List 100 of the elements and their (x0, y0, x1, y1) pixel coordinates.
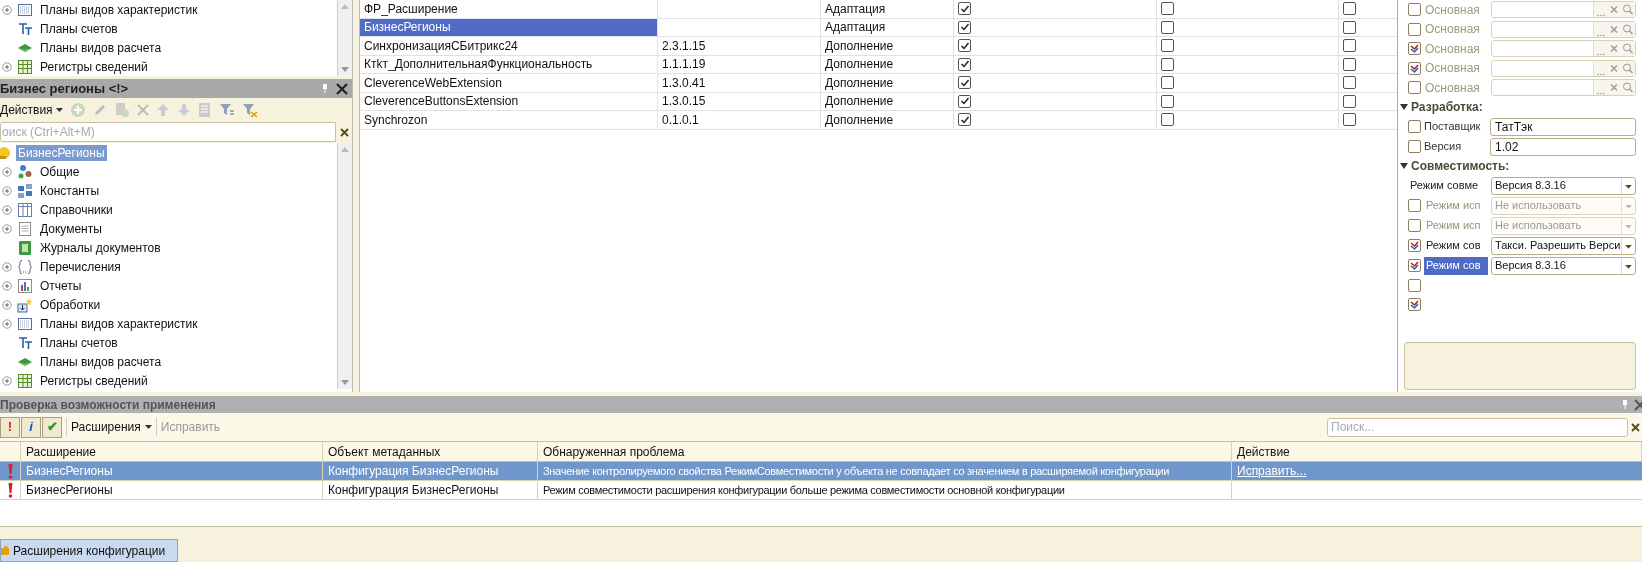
table-row[interactable]: Synchrozon 0.1.0.1 Дополнение (360, 111, 1397, 130)
expand-icon[interactable] (2, 318, 12, 329)
search-icon[interactable] (1621, 60, 1635, 76)
section-title[interactable]: Разработка: (1411, 98, 1483, 116)
checkbox[interactable] (1408, 297, 1421, 311)
form-field[interactable] (1491, 79, 1636, 97)
dropdown-field[interactable]: Версия 8.3.16 (1491, 256, 1636, 275)
clear-icon[interactable] (1607, 2, 1621, 18)
search-field[interactable]: Поиск... (1327, 417, 1628, 437)
window-tab[interactable]: Расширения конфигурации (0, 539, 179, 562)
checkbox[interactable] (1408, 3, 1421, 17)
expand-icon[interactable] (2, 223, 12, 234)
table-row[interactable]: CleverenceWebExtension 1.3.0.41 Дополнение (360, 74, 1397, 93)
checkbox[interactable] (1343, 2, 1356, 16)
caret-icon[interactable] (144, 425, 152, 429)
actions-menu[interactable]: Действия (0, 101, 63, 119)
extensions-menu[interactable]: Расширения (71, 418, 152, 436)
expand-icon[interactable] (2, 4, 12, 15)
checkbox[interactable] (958, 39, 971, 53)
collapse-triangle-icon[interactable] (1400, 103, 1408, 111)
checkbox[interactable] (1343, 39, 1356, 53)
expand-icon[interactable] (2, 280, 12, 291)
checkbox[interactable] (958, 57, 971, 71)
filter-icon[interactable] (218, 102, 235, 118)
tree-item[interactable]: Регистры сведений (38, 371, 150, 390)
ellipsis-icon[interactable] (1593, 60, 1607, 76)
tree-item[interactable]: Регистры сведений (38, 57, 150, 76)
tree-item[interactable]: Планы видов характеристик (38, 314, 200, 333)
dropdown-field[interactable]: Такси. Разрешить Верси (1491, 236, 1636, 255)
input-field[interactable]: 1.02 (1490, 137, 1636, 156)
expand-icon[interactable] (2, 261, 12, 272)
checkbox[interactable] (958, 113, 971, 127)
form-field[interactable] (1491, 40, 1636, 58)
tree-item[interactable]: Документы (38, 219, 104, 238)
caret-icon[interactable] (55, 108, 63, 112)
table-row[interactable]: Ктkт_ДополнительнаяФункциональность 1.1.1.19 Дополнение (360, 55, 1397, 74)
search-icon[interactable] (1621, 2, 1635, 18)
checkbox[interactable] (1408, 259, 1421, 272)
ellipsis-icon[interactable] (1593, 21, 1607, 37)
table-row[interactable]: БизнесРегионы Адаптация (360, 18, 1397, 37)
checkbox[interactable] (1408, 42, 1421, 56)
column-header[interactable]: Действие (1232, 442, 1642, 461)
tree-item[interactable]: Планы счетов (38, 333, 120, 352)
checkbox[interactable] (958, 20, 971, 34)
field-label[interactable]: Режим сов (1424, 256, 1488, 275)
expand-icon[interactable] (2, 299, 12, 310)
delete-icon[interactable] (136, 104, 149, 116)
checkbox[interactable] (1408, 22, 1421, 36)
checkbox[interactable] (1161, 57, 1174, 71)
checkbox[interactable] (1408, 120, 1421, 133)
checkbox[interactable] (1161, 113, 1174, 127)
table-row[interactable]: СинхронизацияСБитрикс24 2.3.1.15 Дополнение (360, 37, 1397, 56)
scrollbar[interactable] (337, 0, 352, 76)
checkbox[interactable] (1161, 20, 1174, 34)
checkbox[interactable] (1161, 39, 1174, 53)
section-title[interactable]: Совместимость: (1411, 157, 1510, 175)
close-icon[interactable] (1634, 398, 1642, 411)
checkbox[interactable] (1408, 61, 1421, 75)
form-field[interactable] (1491, 20, 1636, 38)
table-row[interactable]: ФР_Расширение Адаптация (360, 0, 1397, 19)
ellipsis-icon[interactable] (1593, 2, 1607, 18)
expand-icon[interactable] (2, 375, 12, 386)
tree-item[interactable]: Планы видов расчета (38, 352, 164, 371)
dropdown-field[interactable]: Версия 8.3.16 (1491, 176, 1636, 195)
checkbox[interactable] (1343, 113, 1356, 127)
expand-icon[interactable] (2, 61, 12, 72)
checkbox[interactable] (1408, 278, 1421, 292)
checkbox[interactable] (1408, 239, 1421, 252)
expand-icon[interactable] (2, 185, 12, 196)
table-row[interactable]: БизнесРегионы Конфигурация БизнесРегионы Режим совместимости расширения конфигурации больше режима совместимости основной конфигурации (0, 481, 1642, 500)
tree-item[interactable]: Перечисления (38, 257, 123, 276)
expand-icon[interactable] (2, 166, 12, 177)
checkbox[interactable] (958, 76, 971, 90)
tree-item[interactable]: Планы счетов (38, 19, 120, 38)
column-header[interactable]: Расширение (21, 442, 323, 461)
form-field[interactable] (1491, 1, 1636, 19)
checkbox[interactable] (958, 94, 971, 108)
scrollbar[interactable] (337, 143, 352, 389)
checkbox[interactable] (1343, 20, 1356, 34)
pencil-icon[interactable] (92, 103, 107, 117)
checkbox[interactable] (1343, 94, 1356, 108)
collapse-triangle-icon[interactable] (1400, 162, 1408, 170)
pin-icon[interactable] (1622, 400, 1628, 409)
checkbox[interactable] (1161, 76, 1174, 90)
checkbox[interactable] (1161, 2, 1174, 16)
expand-icon[interactable] (2, 204, 12, 215)
ellipsis-icon[interactable] (1593, 41, 1607, 57)
close-icon[interactable] (1630, 422, 1640, 432)
table-row[interactable]: CleverenceButtonsExtension 1.3.0.15 Дополнение (360, 92, 1397, 111)
ellipsis-icon[interactable] (1593, 80, 1607, 96)
column-header[interactable]: Обнаруженная проблема (538, 442, 1232, 461)
input-field[interactable]: ТатТэк (1490, 117, 1636, 136)
checkbox[interactable] (1343, 76, 1356, 90)
tree-item[interactable]: Планы видов расчета (38, 38, 164, 57)
filter-button[interactable]: ! (0, 416, 20, 438)
filter-icon[interactable] (241, 102, 258, 118)
checkbox[interactable] (1343, 57, 1356, 71)
search-icon[interactable] (1621, 21, 1635, 37)
form-field[interactable] (1491, 59, 1636, 77)
field-label[interactable]: Режим сов (1424, 236, 1488, 255)
